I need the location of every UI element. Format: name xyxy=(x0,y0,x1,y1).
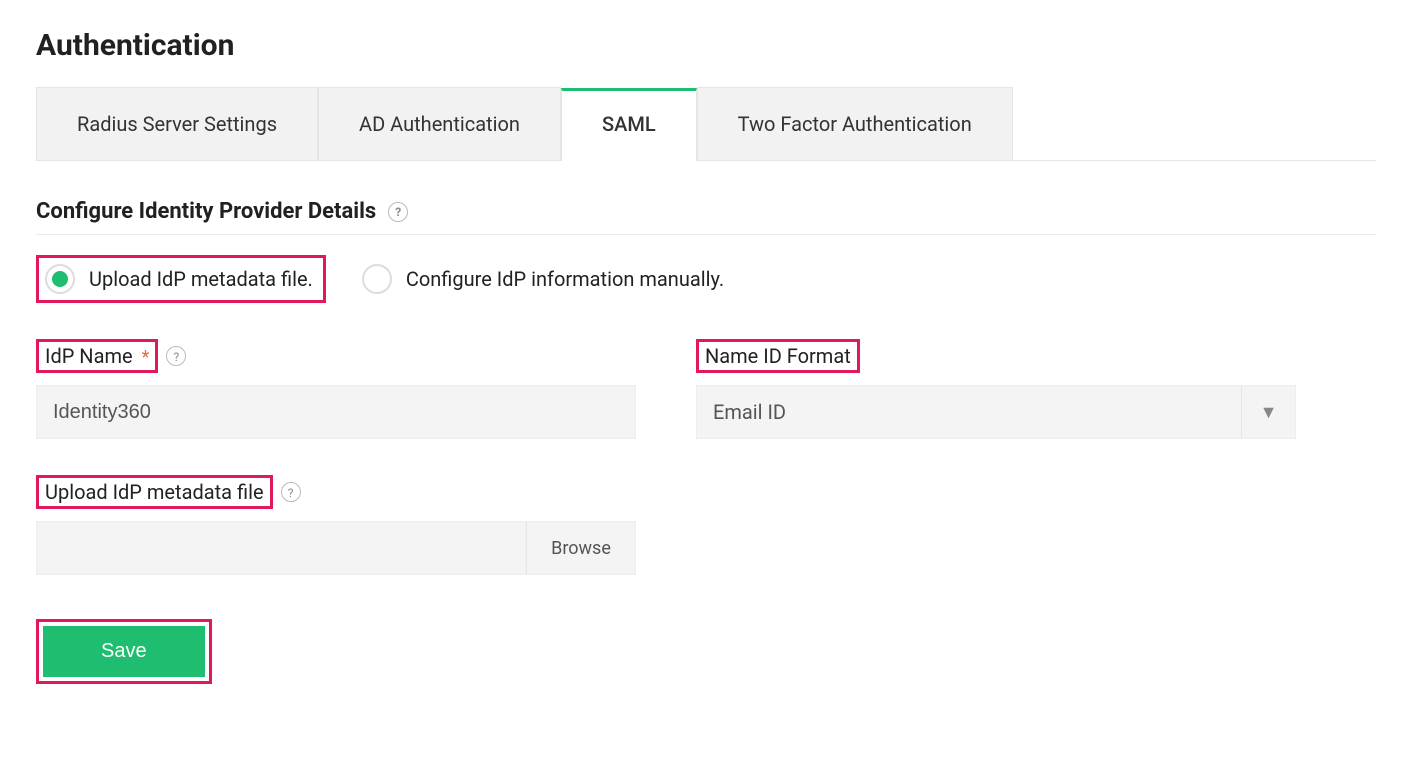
idp-name-field: IdP Name * ? xyxy=(36,339,636,439)
idp-name-label-row: IdP Name * ? xyxy=(36,339,186,373)
help-icon[interactable]: ? xyxy=(166,346,186,366)
radio-upload-label: Upload IdP metadata file. xyxy=(89,267,313,291)
radio-manual-label: Configure IdP information manually. xyxy=(406,267,724,291)
page-title: Authentication xyxy=(36,28,1376,63)
radio-button-checked-icon xyxy=(45,264,75,294)
upload-metadata-label-row: Upload IdP metadata file ? xyxy=(36,475,301,509)
save-button-highlight: Save xyxy=(36,619,212,684)
name-id-format-field: Name ID Format Email ID ▼ xyxy=(696,339,1296,439)
name-id-format-select[interactable]: Email ID ▼ xyxy=(696,385,1296,439)
section-title-row: Configure Identity Provider Details ? xyxy=(36,199,1376,224)
radio-upload-metadata[interactable]: Upload IdP metadata file. xyxy=(36,255,326,303)
idp-name-input[interactable] xyxy=(36,385,636,439)
tab-ad-authentication[interactable]: AD Authentication xyxy=(318,87,561,160)
name-id-format-label-row: Name ID Format xyxy=(696,339,860,373)
form-grid: IdP Name * ? Name ID Format Email ID ▼ U… xyxy=(36,339,1296,575)
name-id-format-value: Email ID xyxy=(697,386,1241,438)
section-divider xyxy=(36,234,1376,235)
help-icon[interactable]: ? xyxy=(281,482,301,502)
upload-metadata-file-row: Browse xyxy=(36,521,636,575)
name-id-format-label: Name ID Format xyxy=(696,339,860,373)
upload-metadata-field: Upload IdP metadata file ? Browse xyxy=(36,475,636,575)
radio-configure-manually[interactable]: Configure IdP information manually. xyxy=(356,258,734,300)
help-icon[interactable]: ? xyxy=(388,202,408,222)
tab-bar: Radius Server Settings AD Authentication… xyxy=(36,87,1376,161)
browse-button[interactable]: Browse xyxy=(526,521,636,575)
idp-mode-radio-row: Upload IdP metadata file. Configure IdP … xyxy=(36,255,1376,303)
required-star-icon: * xyxy=(142,347,150,368)
idp-name-label: IdP Name xyxy=(45,344,133,368)
section-title: Configure Identity Provider Details xyxy=(36,199,376,224)
tab-two-factor-authentication[interactable]: Two Factor Authentication xyxy=(697,87,1013,160)
idp-name-label-highlight: IdP Name * xyxy=(36,339,158,373)
tab-radius-server-settings[interactable]: Radius Server Settings xyxy=(36,87,318,160)
upload-metadata-label: Upload IdP metadata file xyxy=(36,475,273,509)
radio-button-unchecked-icon xyxy=(362,264,392,294)
save-button[interactable]: Save xyxy=(43,626,205,677)
upload-metadata-file-input[interactable] xyxy=(36,521,526,575)
chevron-down-icon[interactable]: ▼ xyxy=(1241,386,1295,438)
tab-saml[interactable]: SAML xyxy=(561,88,697,161)
